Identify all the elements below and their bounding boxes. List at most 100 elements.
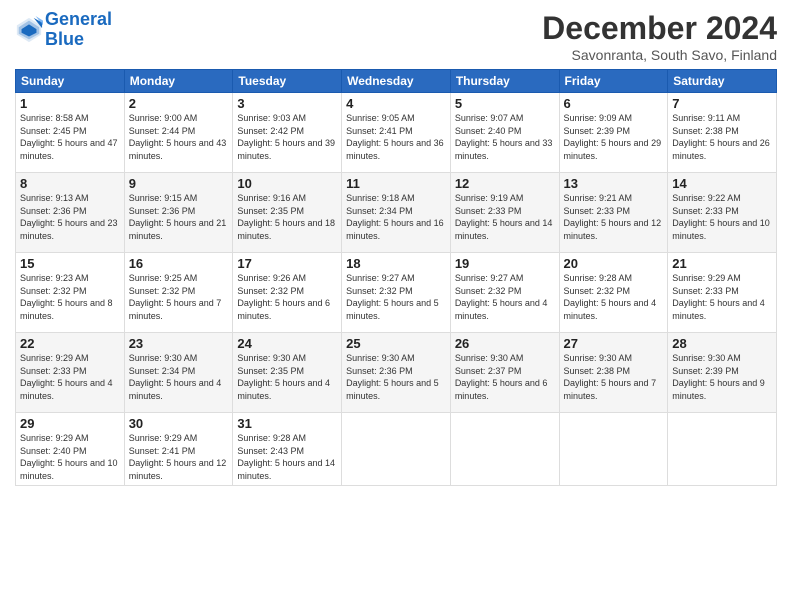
day-info: Sunrise: 9:07 AM Sunset: 2:40 PM Dayligh… <box>455 112 555 162</box>
table-row: 27 Sunrise: 9:30 AM Sunset: 2:38 PM Dayl… <box>559 333 668 413</box>
day-info: Sunrise: 9:21 AM Sunset: 2:33 PM Dayligh… <box>564 192 664 242</box>
table-row: 12 Sunrise: 9:19 AM Sunset: 2:33 PM Dayl… <box>450 173 559 253</box>
calendar-header-row: Sunday Monday Tuesday Wednesday Thursday… <box>16 70 777 93</box>
table-row <box>559 413 668 486</box>
table-row <box>342 413 451 486</box>
col-thursday: Thursday <box>450 70 559 93</box>
col-tuesday: Tuesday <box>233 70 342 93</box>
day-number: 30 <box>129 416 229 431</box>
day-info: Sunrise: 9:30 AM Sunset: 2:36 PM Dayligh… <box>346 352 446 402</box>
table-row: 2 Sunrise: 9:00 AM Sunset: 2:44 PM Dayli… <box>124 93 233 173</box>
day-number: 14 <box>672 176 772 191</box>
day-number: 5 <box>455 96 555 111</box>
col-monday: Monday <box>124 70 233 93</box>
day-info: Sunrise: 9:00 AM Sunset: 2:44 PM Dayligh… <box>129 112 229 162</box>
table-row: 23 Sunrise: 9:30 AM Sunset: 2:34 PM Dayl… <box>124 333 233 413</box>
day-number: 2 <box>129 96 229 111</box>
logo-blue: Blue <box>45 30 112 50</box>
day-info: Sunrise: 8:58 AM Sunset: 2:45 PM Dayligh… <box>20 112 120 162</box>
col-sunday: Sunday <box>16 70 125 93</box>
table-row: 16 Sunrise: 9:25 AM Sunset: 2:32 PM Dayl… <box>124 253 233 333</box>
table-row: 10 Sunrise: 9:16 AM Sunset: 2:35 PM Dayl… <box>233 173 342 253</box>
table-row: 6 Sunrise: 9:09 AM Sunset: 2:39 PM Dayli… <box>559 93 668 173</box>
logo-general: General <box>45 9 112 29</box>
day-number: 13 <box>564 176 664 191</box>
day-number: 18 <box>346 256 446 271</box>
col-wednesday: Wednesday <box>342 70 451 93</box>
header: General Blue December 2024 Savonranta, S… <box>15 10 777 63</box>
table-row: 17 Sunrise: 9:26 AM Sunset: 2:32 PM Dayl… <box>233 253 342 333</box>
day-info: Sunrise: 9:05 AM Sunset: 2:41 PM Dayligh… <box>346 112 446 162</box>
day-number: 1 <box>20 96 120 111</box>
day-number: 3 <box>237 96 337 111</box>
day-info: Sunrise: 9:19 AM Sunset: 2:33 PM Dayligh… <box>455 192 555 242</box>
table-row: 21 Sunrise: 9:29 AM Sunset: 2:33 PM Dayl… <box>668 253 777 333</box>
day-number: 24 <box>237 336 337 351</box>
table-row: 15 Sunrise: 9:23 AM Sunset: 2:32 PM Dayl… <box>16 253 125 333</box>
table-row: 5 Sunrise: 9:07 AM Sunset: 2:40 PM Dayli… <box>450 93 559 173</box>
table-row: 7 Sunrise: 9:11 AM Sunset: 2:38 PM Dayli… <box>668 93 777 173</box>
day-number: 26 <box>455 336 555 351</box>
table-row: 18 Sunrise: 9:27 AM Sunset: 2:32 PM Dayl… <box>342 253 451 333</box>
table-row: 29 Sunrise: 9:29 AM Sunset: 2:40 PM Dayl… <box>16 413 125 486</box>
day-number: 16 <box>129 256 229 271</box>
day-info: Sunrise: 9:16 AM Sunset: 2:35 PM Dayligh… <box>237 192 337 242</box>
day-number: 19 <box>455 256 555 271</box>
table-row: 1 Sunrise: 8:58 AM Sunset: 2:45 PM Dayli… <box>16 93 125 173</box>
day-info: Sunrise: 9:27 AM Sunset: 2:32 PM Dayligh… <box>346 272 446 322</box>
table-row: 20 Sunrise: 9:28 AM Sunset: 2:32 PM Dayl… <box>559 253 668 333</box>
day-info: Sunrise: 9:29 AM Sunset: 2:33 PM Dayligh… <box>672 272 772 322</box>
day-number: 12 <box>455 176 555 191</box>
table-row: 11 Sunrise: 9:18 AM Sunset: 2:34 PM Dayl… <box>342 173 451 253</box>
day-info: Sunrise: 9:27 AM Sunset: 2:32 PM Dayligh… <box>455 272 555 322</box>
day-info: Sunrise: 9:30 AM Sunset: 2:39 PM Dayligh… <box>672 352 772 402</box>
day-info: Sunrise: 9:22 AM Sunset: 2:33 PM Dayligh… <box>672 192 772 242</box>
title-area: December 2024 Savonranta, South Savo, Fi… <box>542 10 777 63</box>
day-number: 20 <box>564 256 664 271</box>
table-row: 28 Sunrise: 9:30 AM Sunset: 2:39 PM Dayl… <box>668 333 777 413</box>
day-number: 4 <box>346 96 446 111</box>
table-row: 24 Sunrise: 9:30 AM Sunset: 2:35 PM Dayl… <box>233 333 342 413</box>
day-number: 11 <box>346 176 446 191</box>
table-row: 25 Sunrise: 9:30 AM Sunset: 2:36 PM Dayl… <box>342 333 451 413</box>
table-row: 4 Sunrise: 9:05 AM Sunset: 2:41 PM Dayli… <box>342 93 451 173</box>
col-saturday: Saturday <box>668 70 777 93</box>
day-number: 23 <box>129 336 229 351</box>
logo-text: General Blue <box>45 10 112 50</box>
col-friday: Friday <box>559 70 668 93</box>
day-number: 31 <box>237 416 337 431</box>
day-number: 7 <box>672 96 772 111</box>
table-row: 14 Sunrise: 9:22 AM Sunset: 2:33 PM Dayl… <box>668 173 777 253</box>
day-info: Sunrise: 9:15 AM Sunset: 2:36 PM Dayligh… <box>129 192 229 242</box>
day-info: Sunrise: 9:25 AM Sunset: 2:32 PM Dayligh… <box>129 272 229 322</box>
day-info: Sunrise: 9:30 AM Sunset: 2:35 PM Dayligh… <box>237 352 337 402</box>
table-row: 3 Sunrise: 9:03 AM Sunset: 2:42 PM Dayli… <box>233 93 342 173</box>
day-number: 10 <box>237 176 337 191</box>
day-info: Sunrise: 9:29 AM Sunset: 2:41 PM Dayligh… <box>129 432 229 482</box>
day-info: Sunrise: 9:09 AM Sunset: 2:39 PM Dayligh… <box>564 112 664 162</box>
day-info: Sunrise: 9:18 AM Sunset: 2:34 PM Dayligh… <box>346 192 446 242</box>
day-info: Sunrise: 9:26 AM Sunset: 2:32 PM Dayligh… <box>237 272 337 322</box>
day-number: 9 <box>129 176 229 191</box>
day-number: 15 <box>20 256 120 271</box>
day-number: 27 <box>564 336 664 351</box>
table-row: 13 Sunrise: 9:21 AM Sunset: 2:33 PM Dayl… <box>559 173 668 253</box>
day-number: 17 <box>237 256 337 271</box>
day-info: Sunrise: 9:23 AM Sunset: 2:32 PM Dayligh… <box>20 272 120 322</box>
day-info: Sunrise: 9:28 AM Sunset: 2:43 PM Dayligh… <box>237 432 337 482</box>
day-number: 21 <box>672 256 772 271</box>
day-info: Sunrise: 9:13 AM Sunset: 2:36 PM Dayligh… <box>20 192 120 242</box>
calendar-table: Sunday Monday Tuesday Wednesday Thursday… <box>15 69 777 486</box>
table-row <box>450 413 559 486</box>
page-container: General Blue December 2024 Savonranta, S… <box>0 0 792 612</box>
day-number: 28 <box>672 336 772 351</box>
day-number: 25 <box>346 336 446 351</box>
day-info: Sunrise: 9:30 AM Sunset: 2:38 PM Dayligh… <box>564 352 664 402</box>
day-info: Sunrise: 9:30 AM Sunset: 2:34 PM Dayligh… <box>129 352 229 402</box>
day-number: 8 <box>20 176 120 191</box>
logo: General Blue <box>15 10 112 50</box>
table-row: 31 Sunrise: 9:28 AM Sunset: 2:43 PM Dayl… <box>233 413 342 486</box>
table-row: 9 Sunrise: 9:15 AM Sunset: 2:36 PM Dayli… <box>124 173 233 253</box>
logo-icon <box>15 16 43 44</box>
day-info: Sunrise: 9:30 AM Sunset: 2:37 PM Dayligh… <box>455 352 555 402</box>
